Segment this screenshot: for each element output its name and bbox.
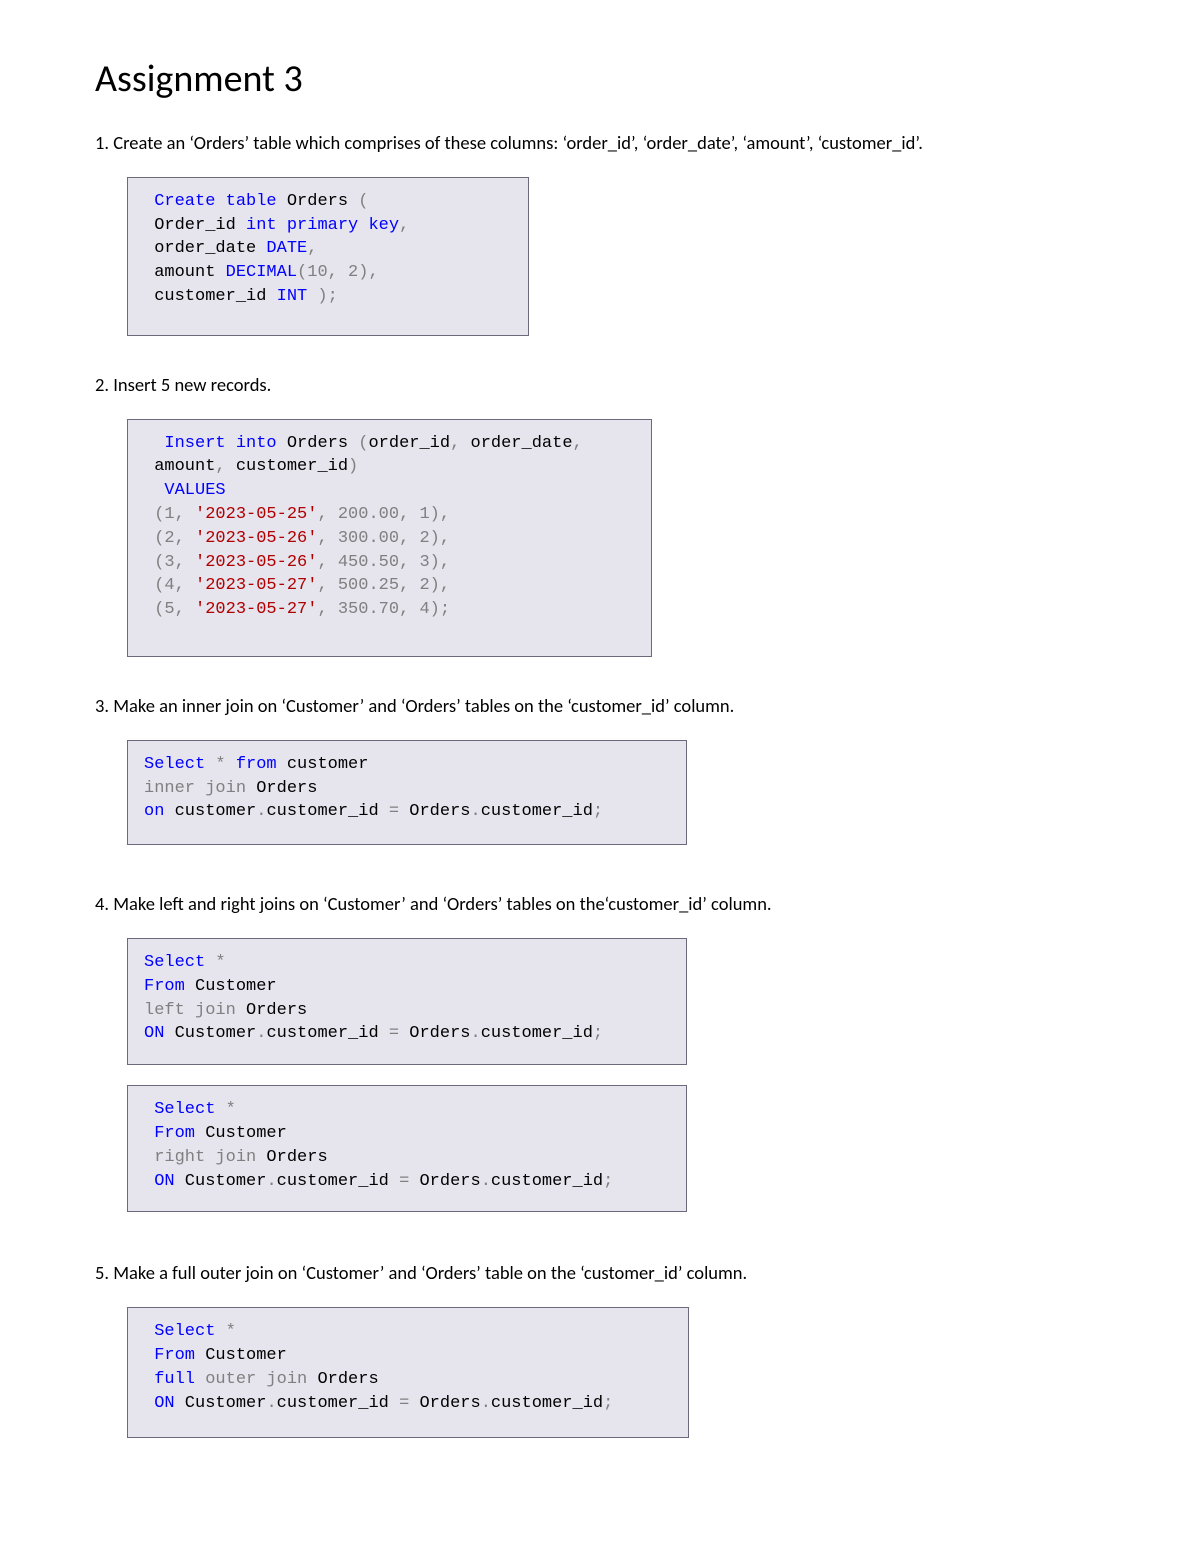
question-2: 2. Insert 5 new records. — [95, 372, 1105, 399]
question-3: 3. Make an inner join on ‘Customer’ and … — [95, 693, 1105, 720]
question-5: 5. Make a full outer join on ‘Customer’ … — [95, 1260, 1105, 1287]
code-block-2: Insert into Orders (order_id, order_date… — [127, 419, 652, 657]
question-1: 1. Create an ‘Orders’ table which compri… — [95, 130, 1105, 157]
code-block-5: Select * From Customer full outer join O… — [127, 1307, 689, 1438]
code-block-4a: Select * From Customer left join Orders … — [127, 938, 687, 1065]
question-4: 4. Make left and right joins on ‘Custome… — [95, 891, 1105, 918]
code-block-4b: Select * From Customer right join Orders… — [127, 1085, 687, 1212]
code-block-1: Create table Orders ( Order_id int prima… — [127, 177, 529, 336]
page-title: Assignment 3 — [95, 56, 1105, 102]
code-block-3: Select * from customer inner join Orders… — [127, 740, 687, 845]
